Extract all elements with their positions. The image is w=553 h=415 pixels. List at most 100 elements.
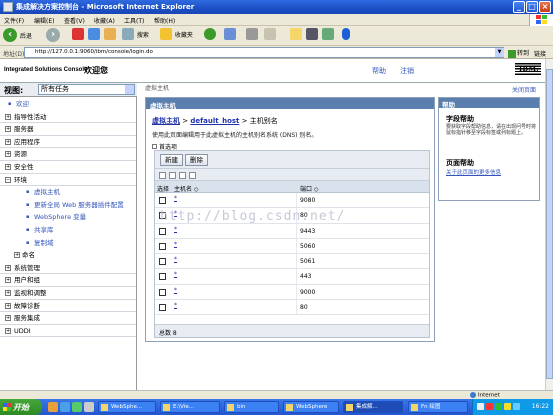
page-help-link[interactable]: 关于此页面的更多信息 xyxy=(446,168,501,176)
new-button[interactable]: 新建 xyxy=(160,154,183,166)
menu-file[interactable]: 文件(F) xyxy=(4,16,24,25)
expand-icon[interactable]: + xyxy=(5,289,11,296)
host-name-link[interactable]: * xyxy=(174,302,177,309)
vertical-scrollbar[interactable] xyxy=(545,59,553,390)
refresh-button[interactable] xyxy=(88,28,100,44)
host-name-link[interactable]: * xyxy=(174,287,177,294)
back-button[interactable]: ‹ 后退 xyxy=(3,28,32,44)
nav-item-link[interactable]: 欢迎 xyxy=(0,98,136,111)
nav-category[interactable]: + 用户和组 xyxy=(0,274,136,287)
tray-volume-icon[interactable] xyxy=(504,403,511,410)
expand-icon[interactable]: + xyxy=(5,315,11,322)
tray-security-icon[interactable] xyxy=(486,403,493,410)
address-dropdown-icon[interactable]: ▼ xyxy=(495,48,504,57)
breadcrumb-virtual-hosts[interactable]: 虚拟主机 xyxy=(152,117,180,125)
nav-subitem-link[interactable]: WebSphere 变量 xyxy=(0,211,136,224)
breadcrumb-default-host[interactable]: default_host xyxy=(190,117,239,125)
nav-category[interactable]: + 故障诊断 xyxy=(0,300,136,313)
nav-subitem-link[interactable]: 虚拟主机 xyxy=(0,186,136,199)
nav-category[interactable]: + 监视和调整 xyxy=(0,287,136,300)
home-button[interactable] xyxy=(104,28,116,44)
row-checkbox[interactable] xyxy=(159,288,166,296)
expand-icon[interactable]: + xyxy=(5,151,11,158)
taskbar-button[interactable]: 集成解... xyxy=(343,401,403,413)
expand-icon[interactable]: + xyxy=(5,113,11,120)
minimize-button[interactable]: _ xyxy=(513,1,525,13)
expand-icon[interactable]: + xyxy=(5,163,11,170)
nav-category[interactable]: + 应用程序 xyxy=(0,136,136,149)
nav-category[interactable]: + 安全性 xyxy=(0,161,136,174)
taskbar-button[interactable]: Fn 绘图 xyxy=(408,401,468,413)
nav-category[interactable]: + 资源 xyxy=(0,148,136,161)
taskbar-button[interactable]: WebSphe... xyxy=(98,401,156,413)
scrollbar-thumb[interactable] xyxy=(546,69,553,379)
folder-button[interactable] xyxy=(290,28,302,44)
deselect-all-icon[interactable] xyxy=(169,172,176,179)
favorites-button[interactable]: 收藏夹 xyxy=(160,28,193,44)
links-button[interactable]: 链接 xyxy=(534,49,546,58)
mail-button[interactable] xyxy=(224,28,236,44)
quicklaunch-desktop-icon[interactable] xyxy=(72,402,82,412)
host-name-link[interactable]: * xyxy=(174,226,177,233)
bluetooth-button[interactable] xyxy=(342,28,350,44)
host-name-link[interactable]: * xyxy=(174,195,177,202)
menu-tools[interactable]: 工具(T) xyxy=(124,16,144,25)
edit-button[interactable] xyxy=(264,28,276,44)
filter-icon[interactable] xyxy=(189,172,196,179)
row-checkbox[interactable] xyxy=(159,258,166,266)
nav-category[interactable]: + 系统管理 xyxy=(0,262,136,275)
go-button[interactable]: 转到 xyxy=(508,48,529,58)
search-button[interactable]: 搜索 xyxy=(122,28,149,44)
quicklaunch-app-icon[interactable] xyxy=(84,402,94,412)
taskbar-button[interactable]: WebSphere xyxy=(283,401,339,413)
menu-edit[interactable]: 编辑(E) xyxy=(34,16,54,25)
expand-icon[interactable]: + xyxy=(5,126,11,133)
nav-subitem-link[interactable]: 更新全局 Web 服务器插件配置 xyxy=(0,199,136,212)
host-name-link[interactable]: * xyxy=(174,271,177,278)
quicklaunch-ie-icon[interactable] xyxy=(60,402,70,412)
nav-category[interactable]: + 服务集成 xyxy=(0,312,136,325)
tool-k-button[interactable] xyxy=(306,28,318,44)
close-page-link[interactable]: 关闭页面 xyxy=(512,85,536,94)
print-button[interactable] xyxy=(246,28,258,44)
row-checkbox[interactable] xyxy=(159,273,166,281)
host-name-link[interactable]: * xyxy=(174,256,177,263)
show-filter-icon[interactable] xyxy=(179,172,186,179)
expand-icon[interactable]: + xyxy=(5,302,11,309)
history-button[interactable] xyxy=(204,28,216,44)
expand-icon[interactable]: + xyxy=(14,252,20,259)
close-button[interactable]: × xyxy=(539,1,551,13)
row-checkbox[interactable] xyxy=(159,197,166,204)
tray-ime-icon[interactable] xyxy=(513,403,520,410)
row-checkbox[interactable] xyxy=(159,227,166,235)
forward-button[interactable]: › xyxy=(46,28,60,44)
nav-category[interactable]: − 环境 xyxy=(0,174,136,187)
help-link[interactable]: 帮助 xyxy=(372,66,386,76)
menu-help[interactable]: 帮助(H) xyxy=(154,16,175,25)
nav-category[interactable]: + UDDI xyxy=(0,325,136,338)
nav-category[interactable]: + 命名 xyxy=(0,249,136,262)
taskbar-button[interactable]: E:\Vie... xyxy=(160,401,220,413)
stop-button[interactable] xyxy=(72,28,84,44)
row-checkbox[interactable] xyxy=(159,242,166,250)
nav-subitem-link[interactable]: 复制域 xyxy=(0,237,136,250)
logout-link[interactable]: 注销 xyxy=(400,66,414,76)
nav-category[interactable]: + 指导性活动 xyxy=(0,111,136,124)
menu-favorites[interactable]: 收藏(A) xyxy=(94,16,115,25)
nav-category[interactable]: + 服务器 xyxy=(0,123,136,136)
nav-subitem-link[interactable]: 共享库 xyxy=(0,224,136,237)
address-input[interactable]: http://127.0.0.1:9060/ibm/console/login.… xyxy=(24,47,504,58)
menu-view[interactable]: 查看(V) xyxy=(64,16,85,25)
column-host-name[interactable]: 主机名 ◇ xyxy=(174,184,199,193)
expand-icon[interactable]: + xyxy=(5,327,11,334)
host-name-link[interactable]: * xyxy=(174,241,177,248)
start-button[interactable]: 开始 xyxy=(0,399,42,415)
tray-app-icon[interactable] xyxy=(495,403,502,410)
select-all-icon[interactable] xyxy=(159,172,166,179)
tool-image-button[interactable] xyxy=(322,28,334,44)
task-filter-select[interactable]: 所有任务 xyxy=(38,84,135,95)
tray-network-icon[interactable] xyxy=(477,403,484,410)
row-checkbox[interactable] xyxy=(159,304,166,312)
quicklaunch-icon[interactable] xyxy=(48,402,58,412)
expand-icon[interactable]: + xyxy=(5,277,11,284)
